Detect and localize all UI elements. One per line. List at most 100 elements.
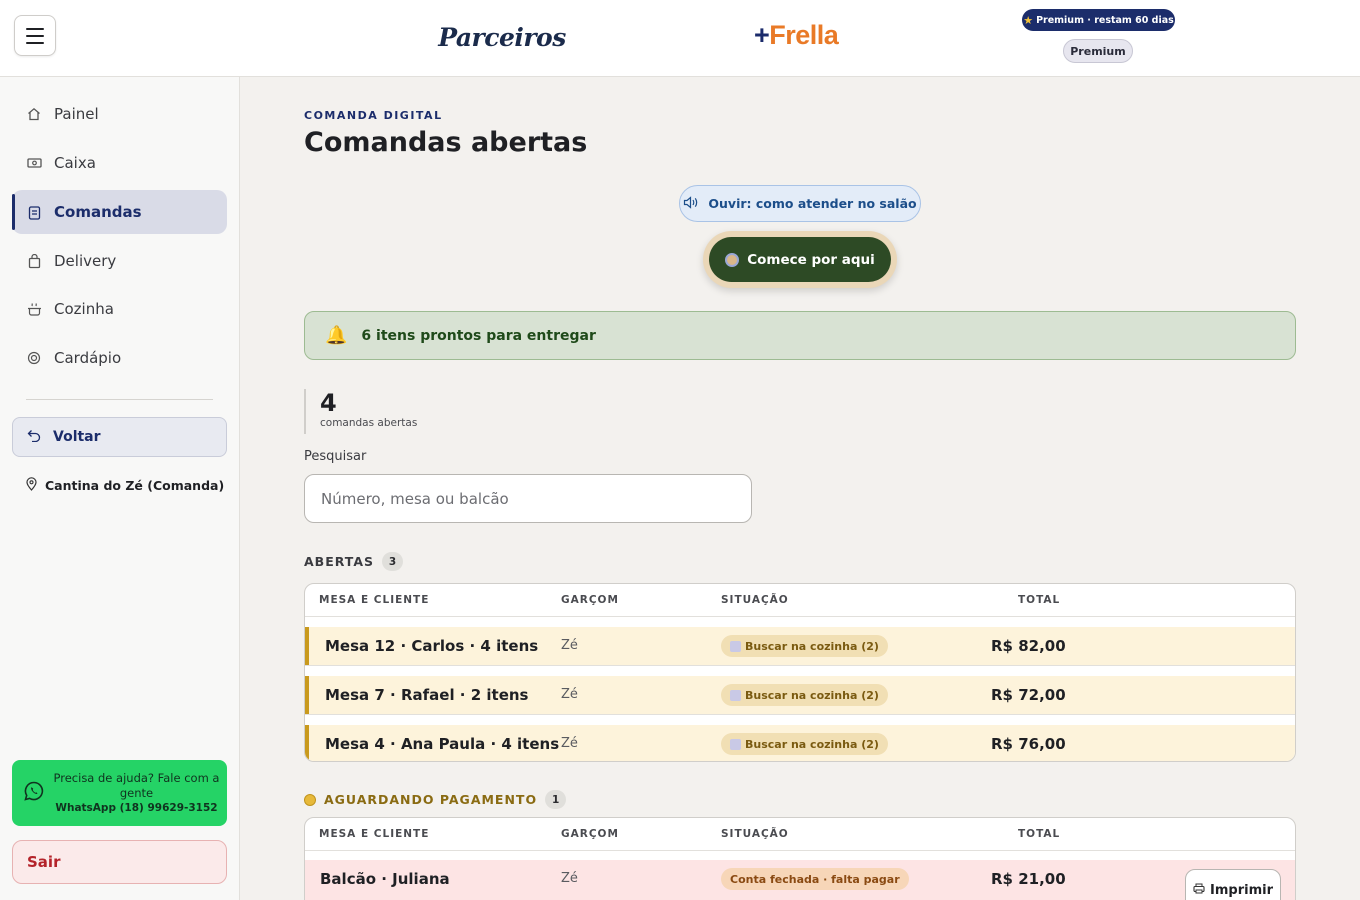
row-waiter: Zé	[561, 638, 578, 653]
sidebar-item-label: Caixa	[54, 154, 96, 172]
sidebar: Painel Caixa Comandas Delivery Cozinha C…	[0, 77, 240, 900]
row-waiter: Zé	[561, 871, 578, 886]
table-row[interactable]: Balcão · Juliana Zé Conta fechada · falt…	[305, 860, 1295, 900]
row-table-client: Mesa 7 · Rafael · 2 itens	[325, 686, 529, 704]
listen-tutorial-label: Ouvir: como atender no salão	[708, 196, 917, 211]
whatsapp-help-text: Precisa de ajuda? Fale com a gente Whats…	[52, 771, 227, 816]
search-input[interactable]	[304, 474, 752, 523]
back-button[interactable]: Voltar	[12, 417, 227, 457]
table-row[interactable]: Mesa 12 · Carlos · 4 itens Zé Buscar na …	[305, 627, 1295, 665]
back-button-label: Voltar	[53, 429, 101, 445]
sidebar-item-label: Cozinha	[54, 300, 114, 318]
row-divider	[305, 714, 1295, 715]
pot-icon	[26, 301, 42, 317]
store-name-text: Cantina do Zé (Comanda)	[45, 478, 225, 493]
kitchen-plate-icon	[730, 738, 741, 750]
open-orders-table: MESA E CLIENTE GARÇOM SITUAÇÃO TOTAL Mes…	[304, 583, 1296, 762]
col-header-waiter: GARÇOM	[561, 828, 619, 840]
sidebar-item-label: Painel	[54, 105, 99, 123]
table-row[interactable]: Mesa 7 · Rafael · 2 itens Zé Buscar na c…	[305, 676, 1295, 714]
open-section-title: ABERTAS 3	[304, 552, 404, 571]
start-here-label: Comece por aqui	[747, 251, 875, 268]
col-header-table: MESA E CLIENTE	[319, 594, 430, 606]
sidebar-item-label: Comandas	[54, 203, 142, 221]
sidebar-item-cozinha[interactable]: Cozinha	[12, 287, 227, 331]
printer-icon	[1193, 883, 1205, 898]
row-total: R$ 76,00	[991, 735, 1066, 753]
table-header: MESA E CLIENTE GARÇOM SITUAÇÃO TOTAL	[305, 584, 1295, 617]
kitchen-plate-icon	[730, 689, 741, 701]
open-orders-stat: 4 comandas abertas	[304, 389, 417, 434]
search-label: Pesquisar	[304, 449, 367, 464]
table-row[interactable]: Mesa 4 · Ana Paula · 4 itens Zé Buscar n…	[305, 725, 1295, 761]
sidebar-item-delivery[interactable]: Delivery	[12, 239, 227, 283]
col-header-total: TOTAL	[1018, 594, 1061, 606]
ready-items-text: 6 itens prontos para entregar	[361, 327, 596, 344]
row-total: R$ 82,00	[991, 637, 1066, 655]
print-button[interactable]: Imprimir	[1185, 869, 1281, 900]
frella-logo-word: Frella	[769, 20, 839, 50]
sidebar-item-label: Cardápio	[54, 349, 122, 367]
col-header-waiter: GARÇOM	[561, 594, 619, 606]
undo-arrow-icon	[27, 429, 41, 446]
bell-icon: 🔔	[325, 325, 348, 346]
star-icon: ★	[1023, 13, 1034, 27]
top-header: Parceiros +Frella ★ Premium · restam 60 …	[0, 0, 1360, 77]
sidebar-item-label: Delivery	[54, 252, 117, 270]
location-pin-icon	[26, 477, 37, 494]
stat-label: comandas abertas	[320, 417, 418, 429]
payment-orders-table: MESA E CLIENTE GARÇOM SITUAÇÃO TOTAL Bal…	[304, 817, 1296, 900]
col-header-status: SITUAÇÃO	[721, 828, 789, 840]
page-title: Comandas abertas	[304, 127, 588, 158]
payment-section-title: AGUARDANDO PAGAMENTO 1	[304, 790, 567, 809]
hamburger-menu-icon[interactable]	[14, 15, 56, 56]
table-header: MESA E CLIENTE GARÇOM SITUAÇÃO TOTAL	[305, 818, 1295, 851]
bag-icon	[26, 253, 42, 269]
row-waiter: Zé	[561, 687, 578, 702]
status-badge-text: Buscar na cozinha (2)	[745, 688, 879, 702]
listen-tutorial-button[interactable]: Ouvir: como atender no salão	[679, 185, 921, 222]
logout-button[interactable]: Sair	[12, 840, 227, 884]
row-table-client: Balcão · Juliana	[320, 870, 450, 888]
col-header-total: TOTAL	[1018, 828, 1061, 840]
status-badge: Buscar na cozinha (2)	[721, 733, 888, 755]
whatsapp-help-button[interactable]: Precisa de ajuda? Fale com a gente Whats…	[12, 760, 227, 826]
parceiros-logo[interactable]: Parceiros	[438, 14, 566, 60]
row-total: R$ 21,00	[991, 870, 1066, 888]
status-badge: Conta fechada · falta pagar	[721, 868, 909, 890]
sidebar-item-cardapio[interactable]: Cardápio	[12, 336, 227, 380]
speaker-icon	[683, 195, 699, 212]
payment-section-label: AGUARDANDO PAGAMENTO	[324, 792, 538, 807]
open-section-count: 3	[382, 552, 404, 571]
status-badge-text: Buscar na cozinha (2)	[745, 737, 879, 751]
row-waiter: Zé	[561, 736, 578, 751]
status-badge-text: Buscar na cozinha (2)	[745, 639, 879, 653]
open-section-label: ABERTAS	[304, 554, 375, 569]
sidebar-item-painel[interactable]: Painel	[12, 92, 227, 136]
sidebar-item-caixa[interactable]: Caixa	[12, 141, 227, 185]
frella-logo-plus: +	[754, 20, 770, 50]
row-table-client: Mesa 4 · Ana Paula · 4 itens	[325, 735, 560, 753]
print-button-label: Imprimir	[1210, 882, 1273, 898]
start-here-button[interactable]: Comece por aqui	[709, 237, 891, 282]
row-table-client: Mesa 12 · Carlos · 4 itens	[325, 637, 539, 655]
sidebar-item-comandas[interactable]: Comandas	[12, 190, 227, 234]
page-eyebrow: COMANDA DIGITAL	[304, 109, 443, 122]
coin-icon	[304, 793, 316, 806]
status-badge: Buscar na cozinha (2)	[721, 684, 888, 706]
whatsapp-icon	[24, 781, 44, 805]
frella-logo[interactable]: +Frella	[754, 20, 839, 51]
col-header-status: SITUAÇÃO	[721, 594, 789, 606]
status-badge: Buscar na cozinha (2)	[721, 635, 888, 657]
clipboard-icon	[26, 204, 42, 220]
sidebar-divider	[26, 399, 213, 400]
plan-badge[interactable]: Premium	[1063, 39, 1133, 63]
target-icon	[26, 350, 42, 366]
payment-section-count: 1	[545, 790, 567, 809]
row-divider	[305, 665, 1295, 666]
premium-trial-text: Premium · restam 60 dias	[1036, 14, 1174, 26]
whatsapp-help-line: Precisa de ajuda? Fale com a gente	[53, 770, 220, 800]
store-name: Cantina do Zé (Comanda)	[26, 477, 224, 494]
ready-items-banner[interactable]: 🔔 6 itens prontos para entregar	[304, 311, 1296, 360]
kitchen-plate-icon	[730, 640, 741, 652]
